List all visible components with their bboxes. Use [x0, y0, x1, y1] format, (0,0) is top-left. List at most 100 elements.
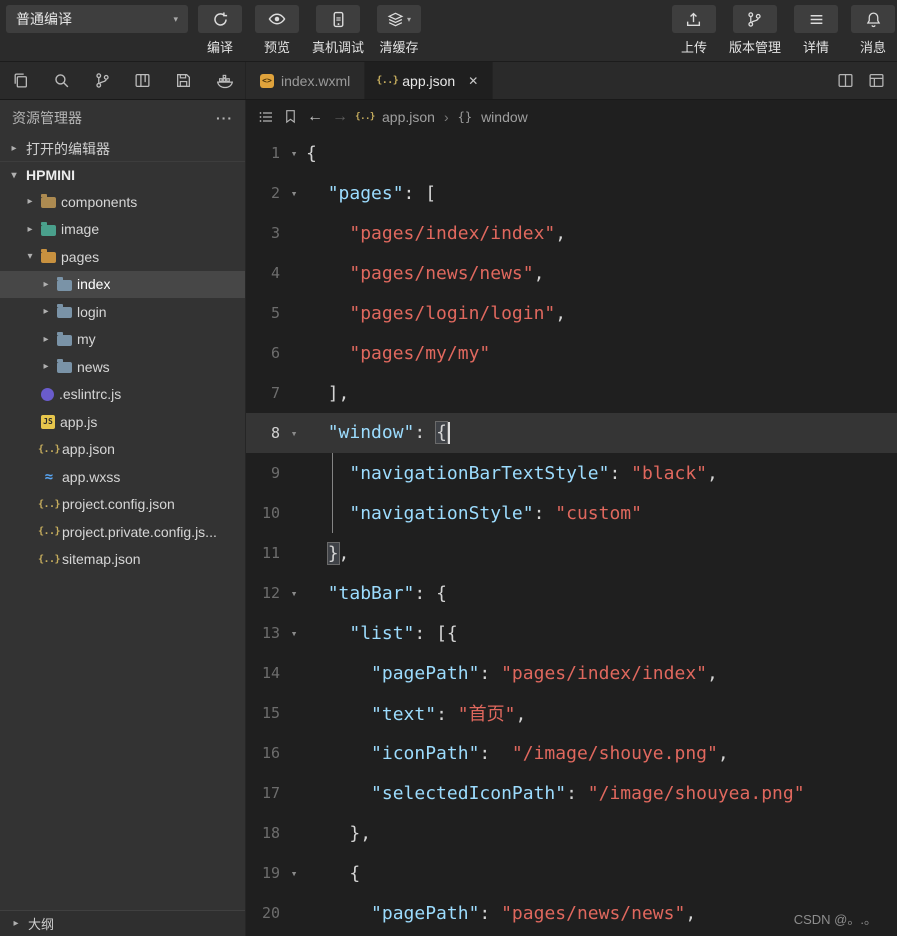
tree-item-pages[interactable]: ▾ pages	[0, 243, 245, 271]
tree-item-app-js[interactable]: JS app.js	[0, 408, 245, 436]
chevron-down-icon: ▾	[407, 14, 412, 24]
messages-button[interactable]: 消息	[851, 5, 895, 56]
details-button[interactable]: 详情	[794, 5, 838, 56]
tree-item-project-private-config-js[interactable]: {..} project.private.config.js...	[0, 518, 245, 546]
files-icon[interactable]	[0, 62, 41, 99]
line-number: 13	[261, 624, 280, 642]
tree-item-index[interactable]: ▸ index	[0, 270, 245, 298]
navigate-back-icon[interactable]: ←	[307, 108, 323, 126]
json-file-icon: {..}	[37, 498, 61, 510]
code-line-9[interactable]: 9 "navigationBarTextStyle": "black",	[246, 453, 897, 493]
whale-icon[interactable]	[204, 62, 245, 99]
breadcrumb-section[interactable]: window	[481, 109, 528, 125]
fold-icon[interactable]: ▾	[282, 627, 306, 640]
fold-icon[interactable]: ▾	[282, 147, 306, 160]
tree-item-eslintrc-js[interactable]: .eslintrc.js	[0, 381, 245, 409]
tree-item-sitemap-json[interactable]: {..} sitemap.json	[0, 546, 245, 574]
bell-icon	[851, 5, 895, 33]
code-line-20[interactable]: 20 "pagePath": "pages/news/news",	[246, 893, 897, 933]
line-number: 18	[261, 824, 280, 842]
code-line-12[interactable]: 12 ▾ "tabBar": {	[246, 573, 897, 613]
code-line-14[interactable]: 14 "pagePath": "pages/index/index",	[246, 653, 897, 693]
line-number: 10	[261, 504, 280, 522]
source-control-icon[interactable]	[82, 62, 123, 99]
open-editors-label: 打开的编辑器	[26, 140, 110, 157]
tab-index-wxml[interactable]: <> index.wxml	[246, 62, 366, 99]
chevron-right-icon: ▸	[27, 196, 33, 208]
device-debug-button[interactable]: 真机调试	[312, 5, 364, 56]
more-actions-icon[interactable]: ···	[216, 110, 233, 126]
outline-section[interactable]: ▸ 大纲	[0, 910, 245, 936]
breadcrumb-file[interactable]: app.json	[382, 109, 435, 125]
code-line-15[interactable]: 15 "text": "首页",	[246, 693, 897, 733]
editor-layout-icon[interactable]	[868, 72, 885, 89]
code-line-10[interactable]: 10 "navigationStyle": "custom"	[246, 493, 897, 533]
fold-icon[interactable]: ▾	[282, 427, 306, 440]
code-line-6[interactable]: 6 "pages/my/my"	[246, 333, 897, 373]
workspace: 资源管理器 ··· ▸ 打开的编辑器 ▾ HPMINI ▸ components ▸…	[0, 100, 897, 936]
upload-icon	[671, 5, 716, 33]
eye-icon	[255, 5, 299, 33]
code-line-18[interactable]: 18 },	[246, 813, 897, 853]
code-line-11[interactable]: 11 },	[246, 533, 897, 573]
code-line-19[interactable]: 19 ▾ {	[246, 853, 897, 893]
board-icon[interactable]	[122, 62, 163, 99]
fold-icon[interactable]: ▾	[282, 587, 306, 600]
close-icon[interactable]: ✕	[468, 74, 478, 88]
code-line-7[interactable]: 7 ],	[246, 373, 897, 413]
save-icon[interactable]	[163, 62, 204, 99]
wxss-file-icon: ≈	[44, 468, 54, 485]
outline-list-icon[interactable]	[258, 109, 274, 125]
bookmark-icon[interactable]	[283, 109, 298, 124]
branch-icon	[732, 5, 777, 33]
search-icon[interactable]	[41, 62, 82, 99]
preview-button[interactable]: 预览	[255, 5, 299, 56]
tree-item-app-json[interactable]: {..} app.json	[0, 436, 245, 464]
line-number: 4	[270, 264, 280, 282]
code-line-1[interactable]: 1 ▾{	[246, 133, 897, 173]
fold-icon[interactable]: ▾	[282, 867, 306, 880]
tree-item-image[interactable]: ▸ image	[0, 216, 245, 244]
json-file-icon: {..}	[37, 526, 61, 538]
fold-icon[interactable]: ▾	[282, 187, 306, 200]
code-line-8[interactable]: 8 ▾ "window": {	[246, 413, 897, 453]
clear-cache-button[interactable]: ▾ 清缓存	[377, 5, 422, 56]
tree-item-components[interactable]: ▸ components	[0, 188, 245, 216]
outline-label: 大纲	[28, 917, 55, 932]
compile-button[interactable]: 编译	[198, 5, 242, 56]
tree-item-my[interactable]: ▸ my	[0, 326, 245, 354]
sidebar-title: 资源管理器	[12, 110, 82, 126]
code-line-17[interactable]: 17 "selectedIconPath": "/image/shouyea.p…	[246, 773, 897, 813]
project-root[interactable]: ▾ HPMINI	[0, 161, 245, 188]
folder-icon	[57, 359, 72, 374]
code-line-2[interactable]: 2 ▾ "pages": [	[246, 173, 897, 213]
compile-mode-dropdown[interactable]: 普通编译 ▾	[6, 5, 188, 33]
code-line-16[interactable]: 16 "iconPath": "/image/shouye.png",	[246, 733, 897, 773]
split-editor-icon[interactable]	[837, 72, 854, 89]
open-editors-section[interactable]: ▸ 打开的编辑器	[0, 136, 245, 161]
layers-icon: ▾	[377, 5, 422, 33]
version-control-button[interactable]: 版本管理	[729, 5, 781, 56]
editor-tab-bar: <> index.wxml {..} app.json ✕	[0, 62, 897, 100]
json-file-icon: {..}	[376, 75, 399, 86]
upload-button[interactable]: 上传	[671, 5, 716, 56]
folder-icon	[41, 249, 56, 264]
tree-item-news[interactable]: ▸ news	[0, 353, 245, 381]
code-line-13[interactable]: 13 ▾ "list": [{	[246, 613, 897, 653]
tree-item-login[interactable]: ▸ login	[0, 298, 245, 326]
tree-item-project-config-json[interactable]: {..} project.config.json	[0, 491, 245, 519]
tab-app-json[interactable]: {..} app.json ✕	[365, 62, 494, 99]
toolbar-right-buttons: 上传 版本管理 详情 消息	[671, 5, 897, 56]
json-file-icon: {..}	[355, 111, 375, 122]
code-editor[interactable]: 1 ▾{2 ▾ "pages": [3 "pages/index/index", 4 …	[246, 133, 897, 936]
tree-item-app-wxss[interactable]: ≈ app.wxss	[0, 463, 245, 491]
project-name: HPMINI	[26, 167, 75, 183]
compile-mode-label: 普通编译	[16, 11, 72, 27]
code-line-3[interactable]: 3 "pages/index/index",	[246, 213, 897, 253]
chevron-down-icon: ▾	[11, 169, 17, 181]
code-line-5[interactable]: 5 "pages/login/login",	[246, 293, 897, 333]
navigate-forward-icon[interactable]: →	[332, 108, 348, 126]
file-tree: ▸ components ▸ image ▾ pages ▸ index ▸ login ▸ my ▸ n…	[0, 188, 245, 573]
code-line-4[interactable]: 4 "pages/news/news",	[246, 253, 897, 293]
line-number: 16	[261, 744, 280, 762]
